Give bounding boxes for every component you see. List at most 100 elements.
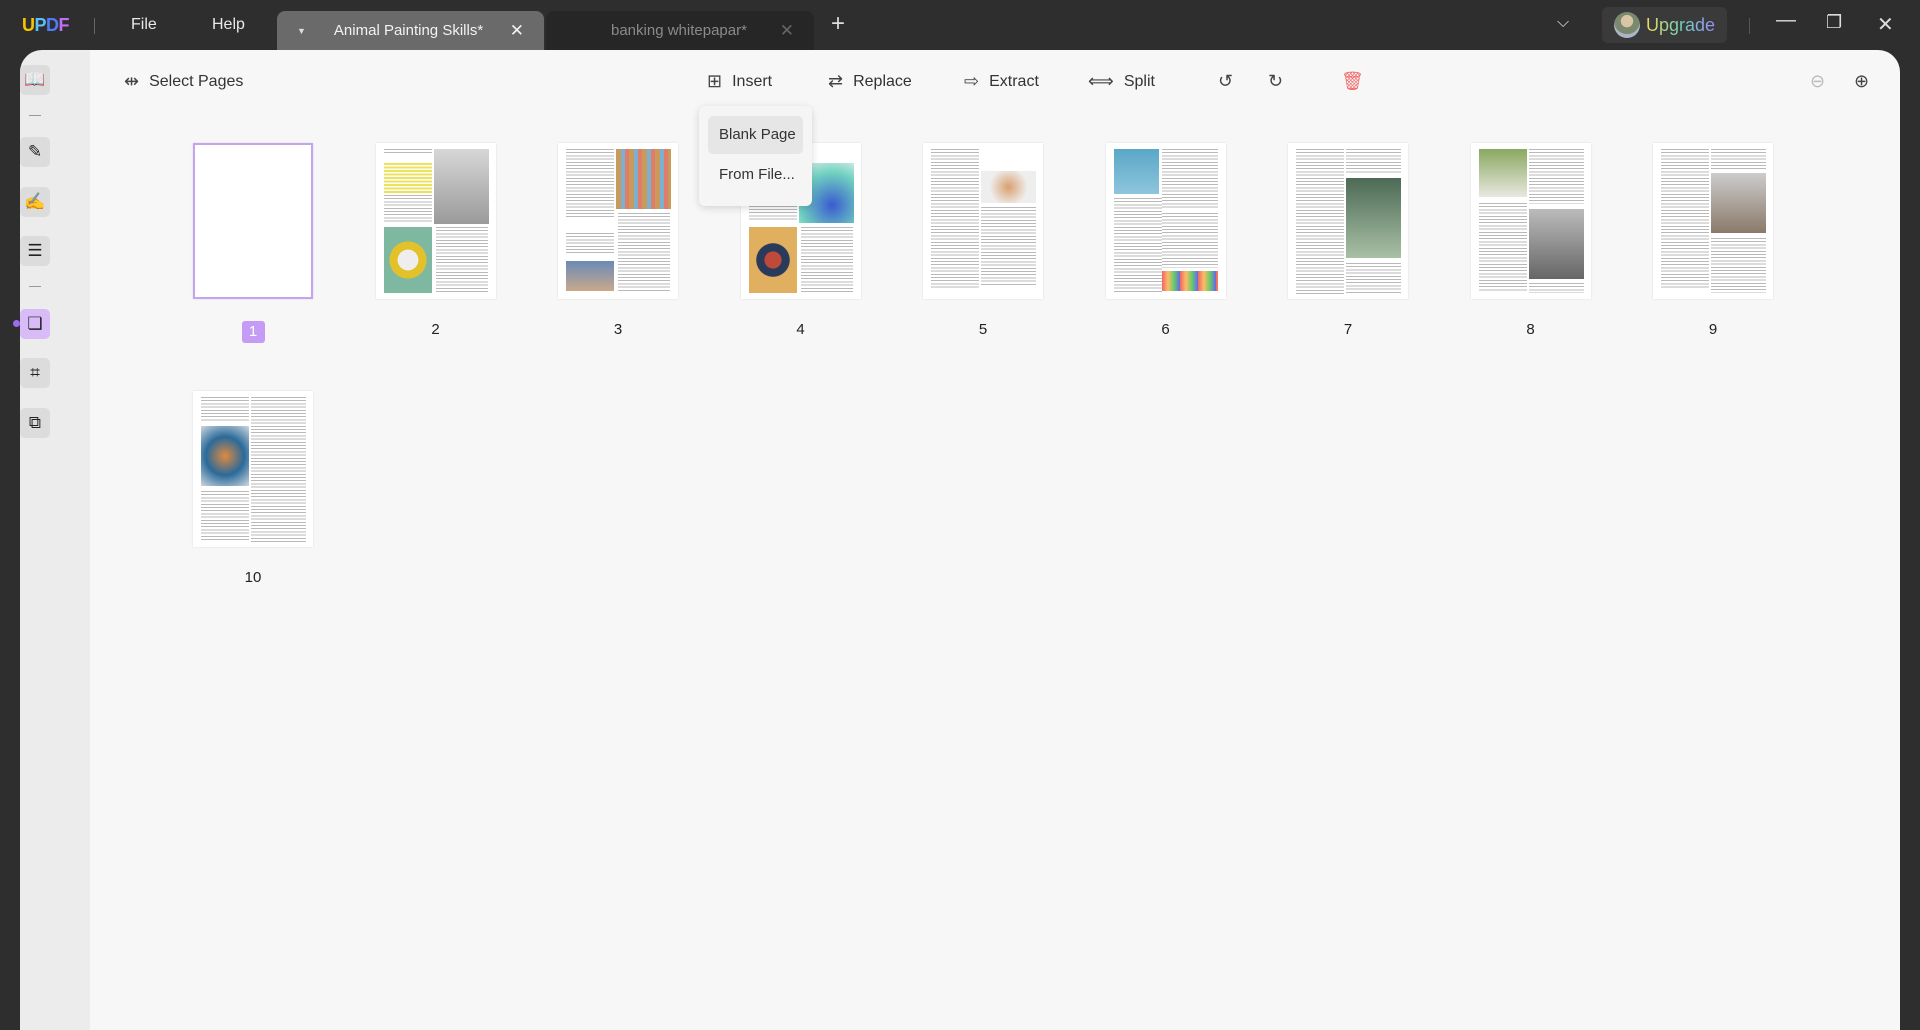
split-button[interactable]: ⟺ Split <box>1088 71 1155 92</box>
crop-icon[interactable]: ⌗ <box>20 358 50 388</box>
page-thumbnail[interactable] <box>193 391 313 547</box>
rotate-right-icon[interactable]: ↻ <box>1268 71 1283 92</box>
page-image <box>1113 149 1159 194</box>
replace-button[interactable]: ⇄ Replace <box>828 71 912 92</box>
page-image <box>1478 149 1527 197</box>
text-block <box>1346 263 1401 293</box>
page-number-label: 3 <box>558 321 678 338</box>
zoom-in-icon[interactable]: ⊕ <box>1854 71 1869 92</box>
page-image <box>433 149 489 224</box>
text-block <box>1346 149 1401 174</box>
menu-file[interactable]: File <box>131 16 157 34</box>
text-block <box>618 213 670 293</box>
extract-button[interactable]: ⇨ Extract <box>964 71 1039 92</box>
tab-label: banking whitepapar* <box>611 22 747 39</box>
insert-blank-page[interactable]: Blank Page <box>708 116 803 154</box>
restore-icon[interactable]: ❐ <box>1826 12 1842 33</box>
tab-banking-whitepapar[interactable]: banking whitepapar* ✕ <box>546 11 814 50</box>
page-thumbnail[interactable] <box>1105 143 1226 299</box>
text-block <box>1161 149 1218 209</box>
zoom-out-icon[interactable]: ⊖ <box>1810 71 1825 92</box>
active-indicator <box>13 320 20 327</box>
insert-button[interactable]: ⊞ Insert <box>707 71 772 92</box>
page-number-label: 2 <box>376 321 496 338</box>
delete-trash-icon[interactable]: 🗑 <box>1341 71 1364 92</box>
page-image <box>201 426 249 486</box>
text-block <box>1528 149 1584 204</box>
avatar <box>1614 12 1640 38</box>
page-thumbnail[interactable] <box>923 143 1043 299</box>
insert-from-file[interactable]: From File... <box>708 156 803 194</box>
page-number-label: 5 <box>923 321 1043 338</box>
page-number: 6 <box>1161 321 1170 338</box>
text-block <box>1296 149 1344 294</box>
text-block <box>435 227 488 293</box>
page-image <box>1528 209 1584 279</box>
page-thumbnail[interactable] <box>1288 143 1408 299</box>
text-block <box>1528 283 1584 293</box>
page-number: 4 <box>796 321 805 338</box>
replace-label: Replace <box>853 72 912 90</box>
edit-pdf-icon[interactable]: ✍ <box>20 187 50 217</box>
page-thumbnail[interactable] <box>1470 143 1591 299</box>
page-image <box>1711 173 1766 233</box>
text-block <box>201 397 249 422</box>
insert-dropdown-menu: Blank Page From File... <box>699 106 812 206</box>
page-number-label: 1 <box>193 321 313 343</box>
text-block <box>1478 203 1527 291</box>
text-block <box>1113 198 1162 293</box>
upgrade-button[interactable]: Upgrade <box>1602 7 1727 43</box>
select-pages-button[interactable]: ⇹ Select Pages <box>124 71 243 92</box>
text-block <box>800 227 853 293</box>
page-thumbnail[interactable] <box>375 143 496 299</box>
page-number: 3 <box>613 321 623 338</box>
organize-pages-icon[interactable]: ❏ <box>20 309 50 339</box>
page-number: 10 <box>244 569 262 586</box>
page-image <box>748 227 797 293</box>
page-thumbnail[interactable] <box>193 143 313 299</box>
menu-help[interactable]: Help <box>212 16 245 34</box>
text-block <box>383 195 432 223</box>
page-number: 8 <box>1526 321 1535 338</box>
split-label: Split <box>1123 72 1155 90</box>
minimize-icon[interactable]: — <box>1776 9 1796 32</box>
close-tab-icon[interactable]: ✕ <box>780 21 794 41</box>
tab-menu-caret-icon[interactable]: ▼ <box>297 26 306 36</box>
text-block <box>981 207 1036 287</box>
extract-icon: ⇨ <box>964 71 980 91</box>
insert-label: Insert <box>732 72 773 90</box>
page-number: 1 <box>241 321 265 343</box>
page-image <box>1161 271 1218 291</box>
text-block <box>566 149 614 219</box>
highlighter-icon[interactable]: ✎ <box>20 137 50 167</box>
page-image <box>566 261 614 291</box>
page-number: 7 <box>1343 321 1353 338</box>
page-thumbnail[interactable] <box>558 143 678 299</box>
form-icon[interactable]: ☰ <box>20 236 50 266</box>
rotate-left-icon[interactable]: ↺ <box>1218 71 1233 92</box>
close-tab-icon[interactable]: ✕ <box>510 21 524 41</box>
close-window-icon[interactable]: ✕ <box>1877 12 1894 37</box>
reader-icon[interactable]: 📖 <box>20 65 50 95</box>
tab-label: Animal Painting Skills* <box>333 22 484 39</box>
page-thumbnail[interactable] <box>1653 143 1773 299</box>
text-block <box>1161 213 1218 268</box>
divider <box>29 286 41 287</box>
divider <box>94 18 95 34</box>
text-block <box>201 491 249 541</box>
new-tab-plus-icon[interactable]: + <box>831 10 845 38</box>
chevron-down-icon[interactable]: ⌵ <box>1557 14 1569 32</box>
text-block <box>931 149 979 289</box>
tab-animal-painting-skills[interactable]: ▼ Animal Painting Skills* ✕ <box>277 11 544 50</box>
split-icon: ⟺ <box>1088 71 1114 91</box>
page-number-label: 10 <box>193 569 313 586</box>
page-number: 2 <box>431 321 440 338</box>
insert-page-icon: ⊞ <box>707 71 723 91</box>
page-number-label: 6 <box>1106 321 1226 338</box>
text-block <box>1661 149 1709 289</box>
title-bar: UPDF File Help ▼ Animal Painting Skills*… <box>0 0 1920 50</box>
layers-icon[interactable]: ⧉ <box>20 408 50 438</box>
select-pages-icon: ⇹ <box>124 71 140 91</box>
text-block <box>566 233 614 255</box>
highlighted-text <box>383 163 432 193</box>
